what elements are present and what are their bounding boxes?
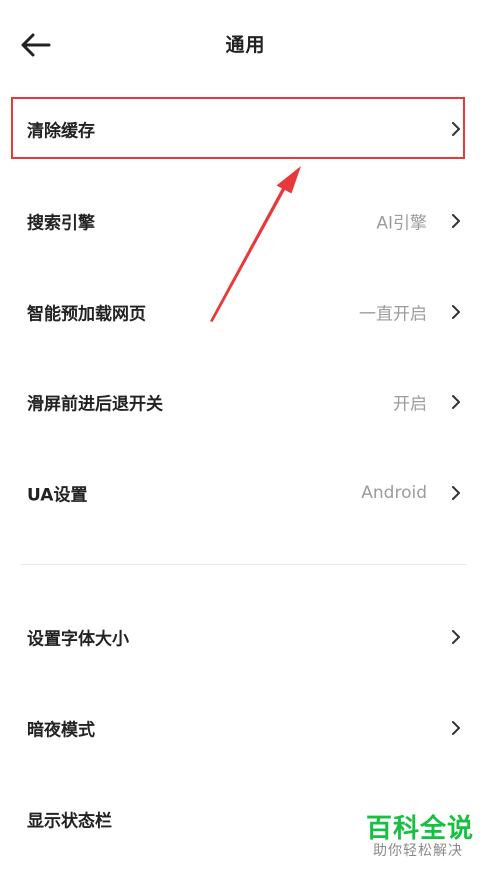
section-divider — [20, 564, 466, 565]
row-label: 显示状态栏 — [27, 811, 112, 832]
settings-row-search-engine[interactable]: 搜索引擎 AI引擎 — [0, 191, 491, 251]
watermark: 百科全说 助你轻松解决 — [364, 808, 484, 860]
settings-row-font-size[interactable]: 设置字体大小 — [0, 607, 491, 667]
row-value: 一直开启 — [359, 304, 427, 325]
row-label: 暗夜模式 — [27, 720, 95, 741]
row-label: UA设置 — [27, 485, 88, 506]
settings-row-swipe-navigation[interactable]: 滑屏前进后退开关 开启 — [0, 372, 491, 432]
chevron-right-icon — [452, 214, 460, 228]
settings-row-preload[interactable]: 智能预加载网页 一直开启 — [0, 282, 491, 342]
row-value: 开启 — [393, 394, 427, 415]
settings-row-clear-cache[interactable]: 清除缓存 — [0, 99, 491, 159]
row-value: AI引擎 — [376, 213, 427, 234]
chevron-right-icon — [452, 122, 460, 136]
top-bar: 通用 — [0, 0, 491, 90]
chevron-right-icon — [452, 721, 460, 735]
chevron-right-icon — [452, 395, 460, 409]
row-label: 设置字体大小 — [27, 629, 129, 650]
row-label: 智能预加载网页 — [27, 304, 146, 325]
settings-row-night-mode[interactable]: 暗夜模式 — [0, 698, 491, 758]
row-label: 清除缓存 — [27, 121, 95, 142]
chevron-right-icon — [452, 630, 460, 644]
row-label: 滑屏前进后退开关 — [27, 394, 163, 415]
page-title: 通用 — [225, 34, 266, 56]
row-label: 搜索引擎 — [27, 213, 95, 234]
watermark-subtitle: 助你轻松解决 — [373, 843, 463, 859]
row-value: Android — [361, 483, 427, 503]
settings-row-ua[interactable]: UA设置 Android — [0, 463, 491, 523]
chevron-right-icon — [452, 305, 460, 319]
chevron-right-icon — [452, 486, 460, 500]
